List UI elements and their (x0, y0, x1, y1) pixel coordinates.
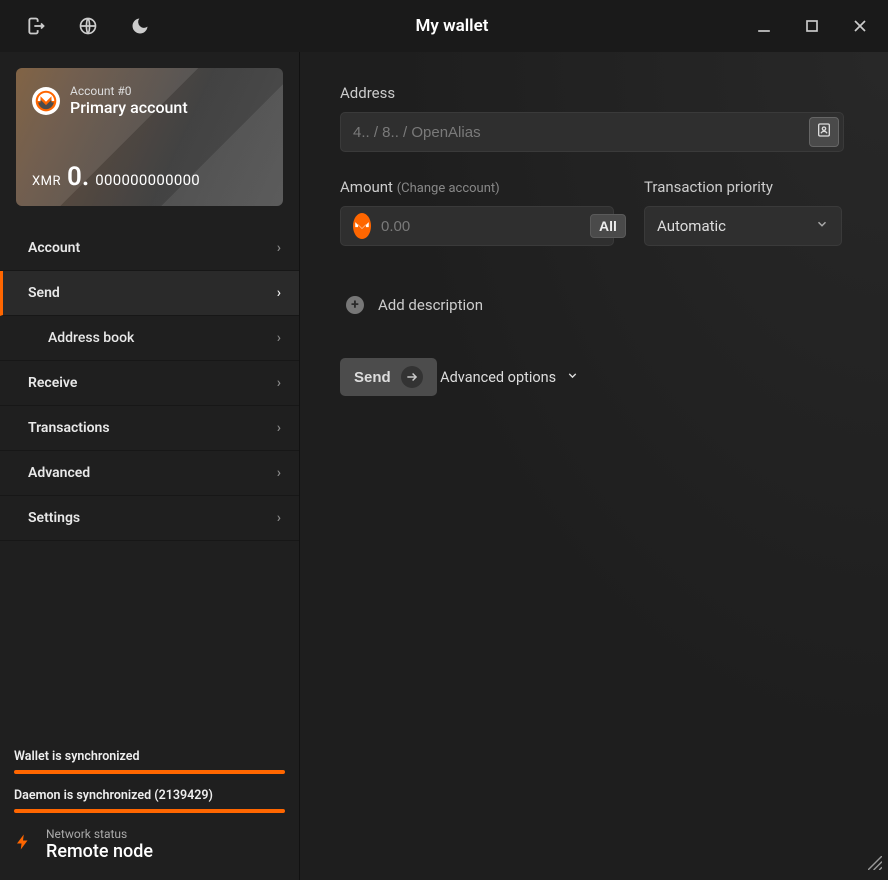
nav-item-send[interactable]: Send › (0, 271, 299, 316)
minimize-button[interactable] (744, 8, 784, 44)
titlebar: My wallet (0, 0, 888, 52)
sidebar: Account #0 Primary account XMR 0. 000000… (0, 52, 300, 880)
language-button[interactable] (68, 8, 108, 44)
chevron-right-icon: › (277, 330, 281, 346)
network-status-value: Remote node (46, 841, 153, 862)
chevron-down-icon (815, 217, 829, 235)
theme-toggle-button[interactable] (120, 8, 160, 44)
chevron-down-icon (566, 369, 579, 386)
priority-value: Automatic (657, 217, 726, 235)
address-input[interactable] (353, 124, 799, 141)
nav-item-settings[interactable]: Settings › (0, 496, 299, 541)
daemon-sync-bar (14, 809, 285, 813)
nav-item-account[interactable]: Account › (0, 226, 299, 271)
amount-input[interactable] (381, 218, 580, 235)
chevron-right-icon: › (277, 510, 281, 526)
amount-input-wrap: All (340, 206, 614, 246)
amount-label: Amount (Change account) (340, 178, 614, 196)
nav-label: Account (28, 240, 80, 256)
contact-icon (816, 122, 832, 142)
nav-label: Receive (28, 375, 77, 391)
chevron-right-icon: › (277, 420, 281, 436)
address-input-wrap (340, 112, 844, 152)
moon-icon (130, 16, 150, 36)
nav-label: Advanced (28, 465, 90, 481)
balance-currency: XMR (32, 174, 61, 189)
maximize-icon (802, 16, 822, 36)
window-title: My wallet (160, 16, 744, 36)
nav-item-receive[interactable]: Receive › (0, 361, 299, 406)
send-button-label: Send (354, 369, 391, 386)
add-description-button[interactable]: + Add description (340, 296, 848, 314)
maximize-button[interactable] (792, 8, 832, 44)
address-book-button[interactable] (809, 117, 839, 147)
bolt-icon (14, 829, 32, 861)
lock-wallet-button[interactable] (16, 8, 56, 44)
network-status[interactable]: Network status Remote node (14, 827, 285, 862)
advanced-options-label: Advanced options (440, 369, 556, 386)
add-description-label: Add description (378, 296, 483, 314)
account-name: Primary account (70, 98, 188, 117)
close-icon (850, 16, 870, 36)
account-card[interactable]: Account #0 Primary account XMR 0. 000000… (16, 68, 283, 206)
priority-label: Transaction priority (644, 178, 842, 196)
daemon-sync-label: Daemon is synchronized (2139429) (14, 788, 285, 803)
nav-item-advanced[interactable]: Advanced › (0, 451, 299, 496)
amount-all-button[interactable]: All (590, 214, 626, 238)
globe-icon (78, 16, 98, 36)
account-subtitle: Account #0 (70, 84, 188, 98)
minimize-icon (754, 16, 774, 36)
balance-decimal: 000000000000 (95, 171, 200, 189)
address-label: Address (340, 84, 848, 102)
nav-label: Transactions (28, 420, 110, 436)
chevron-right-icon: › (277, 240, 281, 256)
monero-logo-icon (32, 87, 60, 115)
advanced-options-toggle[interactable]: Advanced options (440, 369, 579, 386)
chevron-right-icon: › (277, 285, 281, 301)
nav-item-address-book[interactable]: Address book › (0, 316, 299, 361)
sidebar-status: Wallet is synchronized Daemon is synchro… (0, 737, 299, 880)
nav-item-transactions[interactable]: Transactions › (0, 406, 299, 451)
priority-select[interactable]: Automatic (644, 206, 842, 246)
resize-handle-icon[interactable] (868, 856, 882, 874)
arrow-right-icon (401, 366, 423, 388)
wallet-sync-label: Wallet is synchronized (14, 749, 285, 764)
nav-label: Settings (28, 510, 80, 526)
balance-integer: 0. (67, 162, 89, 192)
exit-icon (26, 16, 46, 36)
nav-label: Send (28, 285, 60, 301)
chevron-right-icon: › (277, 465, 281, 481)
nav-label: Address book (48, 330, 134, 346)
main-panel: Address Amount (Change account) (300, 52, 888, 880)
nav-list: Account › Send › Address book › Receive … (0, 226, 299, 541)
plus-icon: + (346, 296, 364, 314)
change-account-link[interactable]: (Change account) (397, 181, 500, 196)
chevron-right-icon: › (277, 375, 281, 391)
wallet-sync-bar (14, 770, 285, 774)
xmr-coin-icon (353, 213, 371, 239)
send-button[interactable]: Send (340, 358, 437, 396)
close-button[interactable] (840, 8, 880, 44)
network-status-label: Network status (46, 827, 153, 841)
